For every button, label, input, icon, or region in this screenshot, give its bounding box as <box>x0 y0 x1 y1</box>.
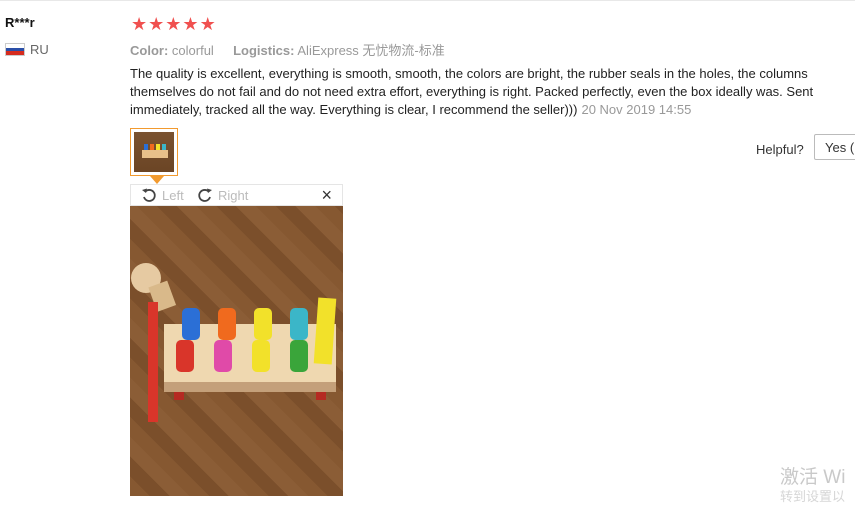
review-body: The quality is excellent, everything is … <box>130 65 852 119</box>
helpful-yes-button[interactable]: Yes ( <box>814 134 855 160</box>
order-info: Color: colorful Logistics: AliExpress 无忧… <box>130 40 445 59</box>
russia-flag-icon <box>5 43 25 56</box>
reviewer-name: R***r <box>5 15 35 30</box>
color-label: Color: <box>130 43 169 58</box>
rotate-left-icon <box>142 188 156 202</box>
country-code: RU <box>30 42 49 57</box>
rotate-left-button[interactable]: Left <box>141 187 184 203</box>
star-icon: ★ <box>131 14 148 34</box>
rotate-right-icon <box>198 188 212 202</box>
color-value: colorful <box>171 43 214 58</box>
logistics-value: AliExpress 无忧物流-标准 <box>297 43 445 58</box>
star-icon: ★ <box>165 14 182 34</box>
windows-activation-watermark: 激活 Wi <box>780 467 846 488</box>
toy-photo-illustration <box>130 206 343 496</box>
logistics-label: Logistics: <box>233 43 295 58</box>
review-photo-thumbnail[interactable] <box>130 128 178 176</box>
thumbnail-image <box>134 132 174 172</box>
star-icon: ★ <box>199 14 216 34</box>
photo-viewer-toolbar: Left Right × <box>130 184 343 206</box>
rotate-left-label: Left <box>162 187 184 203</box>
review-date: 20 Nov 2019 14:55 <box>581 102 692 117</box>
review-photo-large <box>130 206 343 496</box>
reviewer-country: RU <box>5 42 49 57</box>
top-divider <box>0 0 855 1</box>
helpful-label: Helpful? <box>756 142 804 157</box>
star-rating: ★ ★ ★ ★ ★ <box>131 14 217 34</box>
rotate-right-button[interactable]: Right <box>197 187 248 203</box>
close-viewer-button[interactable]: × <box>321 185 332 205</box>
review-text: The quality is excellent, everything is … <box>130 66 814 117</box>
thumbnail-selected-caret <box>150 176 164 184</box>
star-icon: ★ <box>148 14 165 34</box>
star-icon: ★ <box>182 14 199 34</box>
rotate-right-label: Right <box>218 187 249 203</box>
